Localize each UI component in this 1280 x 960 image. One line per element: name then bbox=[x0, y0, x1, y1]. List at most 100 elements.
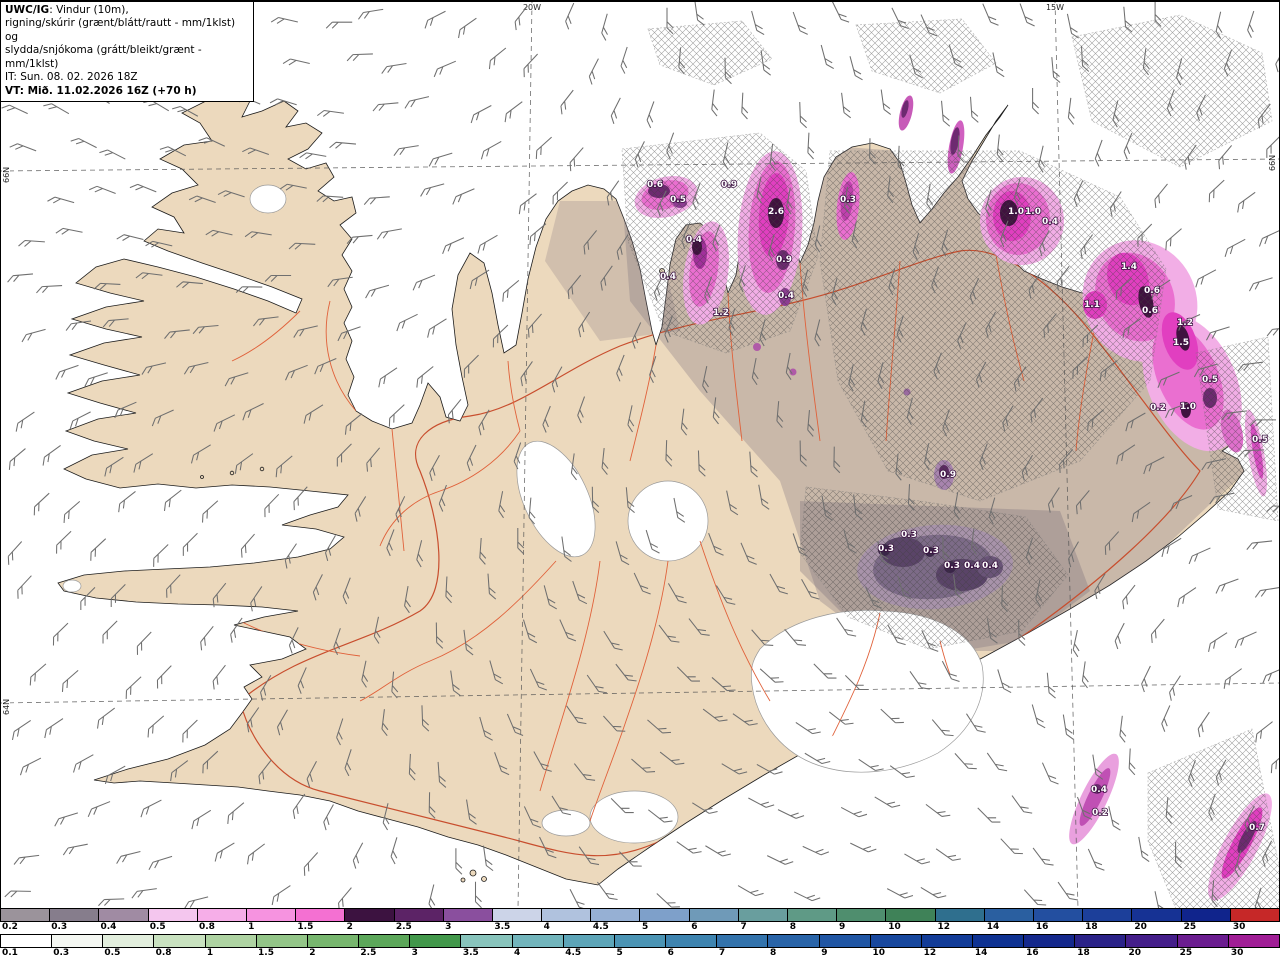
snow-scale-value: 3 bbox=[445, 922, 452, 932]
rain-scale-value: 25 bbox=[1179, 948, 1193, 958]
snow-scale-cell bbox=[689, 909, 739, 921]
rain-scale-cell bbox=[921, 935, 973, 947]
graticule-label: 66N bbox=[1268, 155, 1277, 171]
rain-scale-value: 2.5 bbox=[360, 948, 377, 958]
precip-value-label: 0.4 bbox=[660, 272, 676, 282]
snow-scale-cell bbox=[1, 909, 51, 921]
snow-scale-cell bbox=[1033, 909, 1084, 921]
precip-value-label: 2.6 bbox=[768, 207, 784, 217]
precip-value-label: 0.4 bbox=[982, 561, 998, 571]
snow-scale-value: 2.5 bbox=[395, 922, 412, 932]
rain-scale-cell bbox=[307, 935, 360, 947]
graticule-label: 66N bbox=[2, 167, 11, 183]
glacier-hofsjokull bbox=[627, 480, 709, 562]
snow-scale-cell bbox=[394, 909, 444, 921]
rain-scale-value: 30 bbox=[1230, 948, 1244, 958]
rain-scale-cell bbox=[1177, 935, 1229, 947]
forecast-legend-box: UWC/IG: Vindur (10m), rigning/skúrir (gr… bbox=[0, 1, 254, 103]
rain-scale-value: 4.5 bbox=[565, 948, 582, 958]
precip-value-label: 1.1 bbox=[1084, 300, 1100, 310]
snow-scale-cell bbox=[148, 909, 198, 921]
snow-scale-cell bbox=[1083, 909, 1133, 921]
snow-scale-value: 1 bbox=[248, 922, 255, 932]
rain-scale-value: 14 bbox=[974, 948, 988, 958]
precip-value-label: 0.7 bbox=[1249, 823, 1265, 833]
rain-scale-value: 20 bbox=[1128, 948, 1141, 958]
precip-value-label: 1.0 bbox=[1180, 402, 1196, 412]
rain-scale-value: 2 bbox=[309, 948, 316, 958]
precip-value-label: 0.4 bbox=[1091, 785, 1107, 795]
snow-scale-value: 9 bbox=[838, 922, 846, 932]
rain-scale-cell bbox=[410, 935, 462, 947]
snow-scale-value: 20 bbox=[1134, 922, 1147, 932]
precip-value-label: 0.6 bbox=[1144, 286, 1160, 296]
rain-scale-value: 5 bbox=[616, 948, 623, 958]
rain-scale-value: 0.3 bbox=[53, 948, 70, 958]
rain-scale-value: 9 bbox=[821, 948, 828, 958]
snow-scale-value: 4.5 bbox=[592, 922, 609, 932]
iceland-weather-map: 20W 15W66N66N64N 0.60.50.92.60.90.40.40.4… bbox=[0, 1, 1280, 909]
legend-valid-time: VT: Mið. 11.02.2026 16Z (+70 h) bbox=[5, 84, 197, 97]
snow-scale-cell bbox=[788, 909, 838, 921]
rain-scale-value: 0.8 bbox=[155, 948, 172, 958]
legend-snow-line: slydda/snjókoma (grátt/bleikt/grænt - mm… bbox=[5, 44, 202, 70]
rain-scale-value: 12 bbox=[923, 948, 937, 958]
legend-title: UWC/IG: Vindur (10m), bbox=[5, 4, 129, 16]
rain-scale-value: 0.1 bbox=[2, 948, 18, 958]
rain-scale-cell bbox=[256, 935, 308, 947]
glacier-snaefellsjokull bbox=[62, 579, 82, 593]
snow-scale-value: 4 bbox=[543, 922, 550, 932]
precip-value-label: 0.3 bbox=[840, 195, 856, 205]
precip-blob bbox=[753, 343, 761, 351]
rain-scale-value: 10 bbox=[872, 948, 885, 958]
snow-scale-value: 0.4 bbox=[100, 922, 117, 932]
rain-scale-cell bbox=[1024, 935, 1076, 947]
snow-scale-value: 30 bbox=[1232, 922, 1246, 932]
glacier-myrdalsjokull bbox=[589, 790, 679, 844]
snow-scale-cell bbox=[246, 909, 297, 921]
snow-scale-cell bbox=[591, 909, 641, 921]
rain-scale-cell bbox=[1126, 935, 1178, 947]
snow-scale-cell bbox=[935, 909, 985, 921]
rain-scale-value: 7 bbox=[718, 948, 726, 958]
rain-scale-value: 1.5 bbox=[258, 948, 274, 958]
precip-value-label: 0.9 bbox=[721, 180, 737, 190]
precip-value-label: 0.5 bbox=[1252, 435, 1268, 445]
precip-value-label: 0.6 bbox=[1142, 306, 1158, 316]
graticule-label: 15W bbox=[1046, 3, 1064, 12]
precip-value-label: 0.4 bbox=[778, 291, 794, 301]
precip-value-label: 0.4 bbox=[1042, 217, 1058, 227]
snow-colorbar bbox=[0, 908, 1280, 922]
rain-scale-cell bbox=[972, 935, 1025, 947]
snow-scale-value: 5 bbox=[642, 922, 649, 932]
map-area: 20W 15W 66N 66N 64N 0.6 0.5 0.9 2.6 0.9 0.4 0.4 0.4… bbox=[0, 0, 1280, 909]
snow-scale-cell bbox=[738, 909, 788, 921]
rain-scale-value: 1 bbox=[206, 948, 214, 958]
rain-scale-cell bbox=[52, 935, 104, 947]
precip-value-label: 1.5 bbox=[1173, 338, 1189, 348]
rain-scale-cell bbox=[512, 935, 564, 947]
rain-scale-cell bbox=[205, 935, 257, 947]
precip-value-label: 1.0 bbox=[1008, 207, 1024, 217]
legend-init-time: IT: Sun. 08. 02. 2026 18Z bbox=[5, 71, 138, 84]
snow-scale-value: 14 bbox=[986, 922, 1000, 932]
rain-scale-cell bbox=[614, 935, 667, 947]
snow-scale-cell bbox=[640, 909, 690, 921]
precip-value-label: 0.2 bbox=[1150, 403, 1166, 413]
snow-scale-cell bbox=[99, 909, 149, 921]
snow-scale-cell bbox=[492, 909, 543, 921]
rain-scale-value: 3 bbox=[411, 948, 418, 958]
snow-scale-value: 0.3 bbox=[51, 922, 68, 932]
weather-forecast-map-screen: 20W 15W 66N 66N 64N 0.6 0.5 0.9 2.6 0.9 0.4 0.4 0.4… bbox=[0, 0, 1280, 960]
snow-scale-value: 18 bbox=[1085, 922, 1098, 932]
rain-colorbar-labels: 0.1 0.3 0.5 0.8 1 1.5 2 2.5 3 3.5 4 4.5 5 6 7 8 9 10 12 14 1… bbox=[0, 948, 1280, 960]
snow-scale-value: 2 bbox=[346, 922, 353, 932]
snow-scale-cell bbox=[1181, 909, 1231, 921]
snow-scale-value: 25 bbox=[1183, 922, 1197, 932]
rain-scale-value: 4 bbox=[514, 948, 521, 958]
snow-scale-value: 16 bbox=[1035, 922, 1049, 932]
snow-scale-value: 3.5 bbox=[494, 922, 511, 932]
rain-scale-value: 8 bbox=[770, 948, 777, 958]
precip-value-label: 0.9 bbox=[940, 470, 956, 480]
snow-scale-value: 7 bbox=[740, 922, 747, 932]
